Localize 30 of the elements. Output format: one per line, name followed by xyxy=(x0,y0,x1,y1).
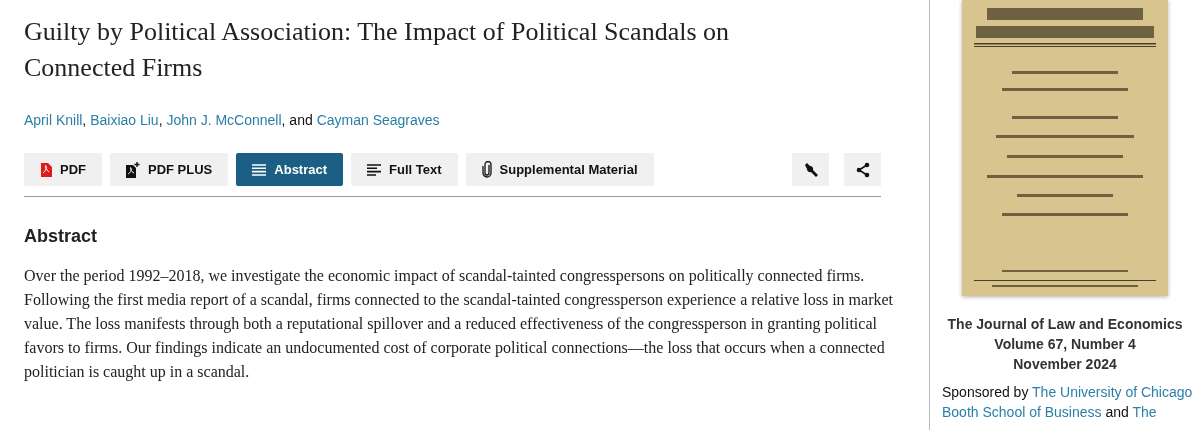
abstract-paragraph: Over the period 1992–2018, we investigate the economic impact of scandal-tainted congresspersons on politically connected firms. Following the first media report of a scandal, firms connected to the scandal-tainted congressperson experience a relative loss in market value. The loss manifests through both a reputational spillover and a reduced effectiveness of the congressperson in granting political favors to firms. Our findings indicate an undocumented cost of corporate political connections—the loss that occurs when a connected politician is caught up in a scandal. xyxy=(24,266,894,383)
link[interactable]: The xyxy=(1132,404,1157,420)
share-button[interactable] xyxy=(844,153,881,186)
tools-button[interactable] xyxy=(792,153,829,186)
plain-text: , xyxy=(82,112,87,128)
section-heading: Abstract xyxy=(24,225,99,248)
text-lines-icon xyxy=(367,163,382,176)
issue-info: The Journal of Law and Economics xyxy=(947,315,1183,334)
tab[interactable]: PDF PLUS xyxy=(110,153,229,186)
link[interactable]: Cayman Seagraves xyxy=(316,112,440,128)
issue-info: November 2024 xyxy=(1013,355,1117,374)
plain-text: and xyxy=(1105,404,1129,420)
article-title: Guilty by Political Association: The Impact of Political Scandals on Connected Firms xyxy=(24,16,731,84)
tab[interactable]: PDF xyxy=(24,153,102,186)
link[interactable]: Baixiao Liu xyxy=(90,112,159,128)
pdf-plus-file-icon xyxy=(126,161,140,178)
tab[interactable]: Supplemental Material xyxy=(465,153,654,186)
paperclip-icon xyxy=(481,161,492,178)
pdf-file-icon xyxy=(40,162,52,177)
share-icon xyxy=(855,161,870,178)
plain-text: Sponsored by xyxy=(942,384,1029,400)
link[interactable]: John J. McConnell xyxy=(166,112,282,128)
plain-text: , xyxy=(158,112,163,128)
issue-info: Volume 67, Number 4 xyxy=(994,335,1136,354)
link[interactable]: Booth School of Business xyxy=(942,404,1102,420)
plain-text: , and xyxy=(281,112,313,128)
tab[interactable]: Abstract xyxy=(236,153,344,186)
link[interactable]: The University of Chicago xyxy=(1032,384,1193,400)
tab[interactable]: Full Text xyxy=(351,153,458,186)
lines-icon xyxy=(252,163,267,176)
